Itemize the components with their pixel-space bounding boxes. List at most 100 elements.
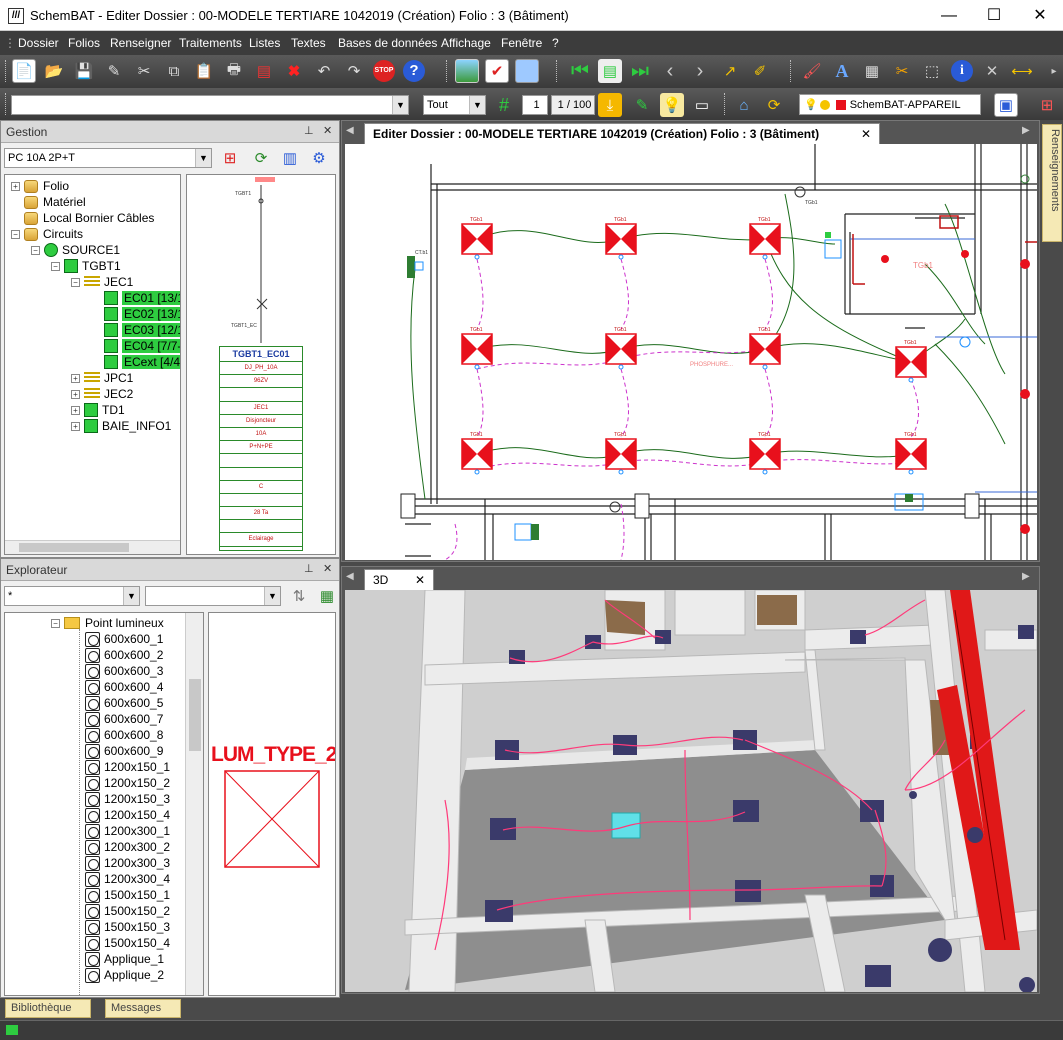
expand-icon[interactable]: + [71, 373, 80, 383]
menu-bases-de-donnees[interactable]: Bases de données [338, 36, 437, 50]
library-item[interactable]: 600x600_9 [85, 743, 163, 759]
tab-messages[interactable]: Messages [105, 999, 181, 1018]
explorateur-type-combo[interactable]: ▼ [145, 586, 281, 606]
tree-node[interactable]: + BAIE_INFO1 [71, 418, 171, 434]
light-fixture-icon[interactable]: TGb1 [605, 217, 637, 260]
menu-help[interactable]: ? [552, 36, 559, 50]
tree-node[interactable]: − SOURCE1 [31, 242, 120, 258]
tree-node[interactable]: EC01 [13/1 [91, 290, 180, 306]
align-icon[interactable]: ⤓ [598, 93, 622, 117]
add-circuit-icon[interactable]: ⊞ [218, 146, 242, 170]
last-page-icon[interactable]: ⏭ [628, 59, 652, 83]
view-icon[interactable]: ▦ [315, 584, 339, 608]
menu-folios[interactable]: Folios [68, 36, 100, 50]
light-fixture-icon[interactable]: TGb1 [605, 432, 637, 475]
pin-icon[interactable]: ⊥ [304, 124, 314, 137]
tree-node[interactable]: + JPC1 [71, 370, 133, 386]
library-item[interactable]: 600x600_2 [85, 647, 163, 663]
library-item[interactable]: 600x600_3 [85, 663, 163, 679]
tab-3d[interactable]: 3D ✕ [364, 569, 434, 590]
delete-icon[interactable]: ✖ [282, 59, 306, 83]
collapse-icon[interactable]: − [11, 229, 20, 239]
collapse-icon[interactable]: − [51, 618, 60, 628]
menu-traitements[interactable]: Traitements [179, 36, 242, 50]
tree-node[interactable]: + JEC2 [71, 386, 133, 402]
image-icon[interactable] [455, 59, 479, 83]
scroll-thumb[interactable] [19, 543, 129, 552]
cut-icon[interactable]: ✂ [132, 59, 156, 83]
tree-node[interactable]: + TD1 [71, 402, 125, 418]
light-fixture-icon[interactable]: TGb1 [605, 327, 637, 370]
page-list-icon[interactable]: ▤ [598, 59, 622, 83]
stop-icon[interactable]: STOP [372, 59, 396, 83]
tree-node[interactable]: EC04 [7/7- [91, 338, 180, 354]
menu-affichage[interactable]: Affichage [441, 36, 491, 50]
tree-node[interactable]: EC02 [13/1 [91, 306, 180, 322]
maximize-button[interactable]: ☐ [971, 0, 1017, 31]
library-item[interactable]: Applique_1 [85, 951, 164, 967]
tab-renseignements[interactable]: Renseignements [1042, 124, 1062, 242]
menu-fenetre[interactable]: Fenêtre [501, 36, 542, 50]
close-panel-icon[interactable]: ✕ [323, 124, 332, 137]
tree-hscrollbar[interactable] [5, 540, 180, 554]
tab-scroll-left-icon[interactable]: ◀ [346, 571, 354, 582]
tree-node[interactable]: EC03 [12/1 [91, 322, 180, 338]
menu-listes[interactable]: Listes [249, 36, 280, 50]
expand-icon[interactable]: + [71, 405, 80, 415]
library-item[interactable]: 600x600_4 [85, 679, 163, 695]
previous-icon[interactable]: ‹ [658, 59, 682, 83]
copy-icon[interactable]: ⧉ [162, 59, 186, 83]
settings-icon[interactable]: ⚙ [307, 146, 331, 170]
sort-icon[interactable]: ⇅ [287, 584, 311, 608]
library-item[interactable]: 1200x150_2 [85, 775, 170, 791]
redo-icon[interactable]: ↷ [342, 59, 366, 83]
expand-icon[interactable]: + [71, 421, 80, 431]
extra-tool-icon[interactable]: ⊞ [1035, 93, 1059, 117]
tab-bibliotheque[interactable]: Bibliothèque [5, 999, 91, 1018]
tree-node[interactable]: − JEC1 [71, 274, 133, 290]
expand-icon[interactable]: + [71, 389, 80, 399]
library-item[interactable]: 600x600_8 [85, 727, 163, 743]
library-item[interactable]: 1200x150_1 [85, 759, 170, 775]
library-item[interactable]: 600x600_1 [85, 631, 163, 647]
measure-icon[interactable]: ⟷ [1010, 59, 1034, 83]
pdf-icon[interactable]: ▤ [252, 59, 276, 83]
layers-icon[interactable]: ⌂ [732, 93, 756, 117]
library-item[interactable]: 1200x150_3 [85, 791, 170, 807]
tree-node[interactable]: + Folio [11, 178, 69, 194]
library-item[interactable]: 1500x150_1 [85, 887, 170, 903]
folder-point-lumineux[interactable]: − Point lumineux [51, 615, 164, 631]
close-tab-icon[interactable]: ✕ [861, 127, 871, 141]
tree-node[interactable]: Matériel [11, 194, 86, 210]
library-item[interactable]: 1500x150_3 [85, 919, 170, 935]
info-icon[interactable]: i [950, 59, 974, 83]
view3d-canvas[interactable] [345, 590, 1037, 992]
library-item[interactable]: 1200x300_2 [85, 839, 170, 855]
tree-node[interactable]: Local Bornier Câbles [11, 210, 154, 226]
library-item[interactable]: 1500x150_4 [85, 935, 170, 951]
light-fixture-icon[interactable]: TGb1 [749, 217, 781, 260]
tab-scroll-left-icon[interactable]: ◀ [346, 125, 354, 136]
tab-scroll-right-icon[interactable]: ▶ [1022, 125, 1030, 136]
light-fixture-icon[interactable]: TGb1 [749, 327, 781, 370]
refresh-circuit-icon[interactable]: ⟳ [249, 146, 273, 170]
command-combo[interactable]: ▼ [11, 95, 409, 115]
library-item[interactable]: 1200x300_1 [85, 823, 170, 839]
pin-icon[interactable]: ⊥ [304, 562, 314, 575]
library-item[interactable]: 1200x150_4 [85, 807, 170, 823]
tab-scroll-right-icon[interactable]: ▶ [1022, 571, 1030, 582]
image-info-icon[interactable] [515, 59, 539, 83]
panel-layout-icon[interactable]: ▣ [994, 93, 1018, 117]
collapse-icon[interactable]: − [51, 261, 60, 271]
light-fixture-icon[interactable]: TGb1 [895, 432, 927, 475]
tab-editor[interactable]: Editer Dossier : 00-MODELE TERTIARE 1042… [364, 123, 880, 144]
open-folder-icon[interactable]: 📂 [42, 59, 66, 83]
columns-icon[interactable]: ▥ [278, 146, 302, 170]
close-button[interactable]: ✕ [1017, 0, 1063, 31]
library-item[interactable]: 1200x300_4 [85, 871, 170, 887]
library-item[interactable]: 600x600_7 [85, 711, 163, 727]
minimize-button[interactable]: — [926, 0, 972, 31]
paste-icon[interactable]: 📋 [192, 59, 216, 83]
tree-node[interactable]: − Circuits [11, 226, 83, 242]
jump-icon[interactable]: ↗ [718, 59, 742, 83]
